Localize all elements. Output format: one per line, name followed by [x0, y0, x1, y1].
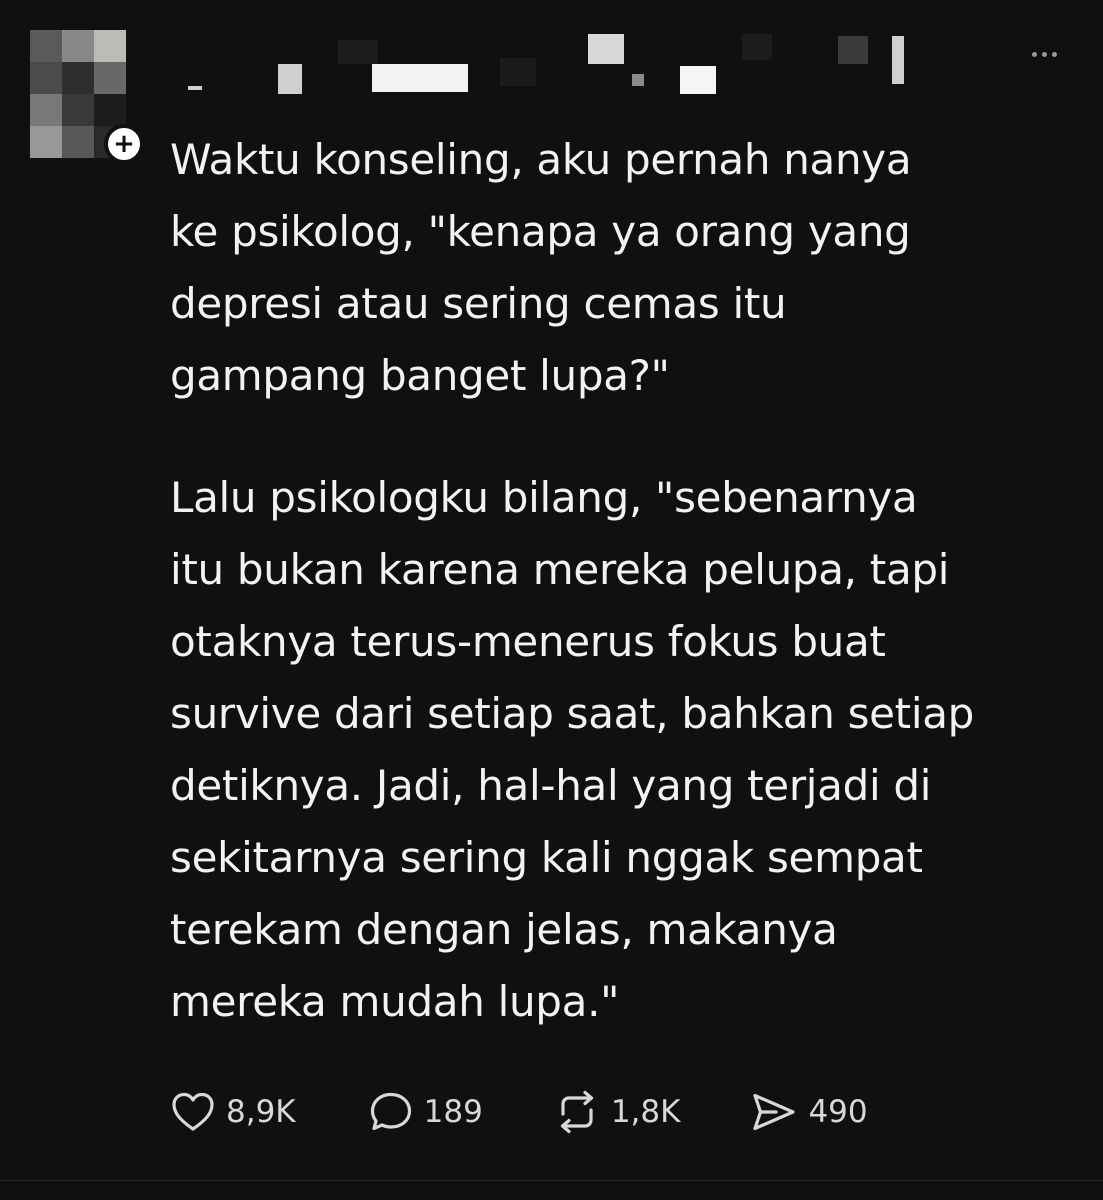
repost-button[interactable]: 1,8K — [553, 1090, 681, 1134]
repost-count: 1,8K — [610, 1094, 681, 1130]
reply-count: 189 — [423, 1094, 483, 1130]
post-paragraph-2: Lalu psikologku bilang, "sebenarnya itu … — [170, 473, 975, 1026]
like-button[interactable]: 8,9K — [170, 1090, 296, 1134]
more-options-icon[interactable] — [1032, 52, 1057, 57]
plus-icon: + — [113, 129, 135, 159]
like-count: 8,9K — [226, 1094, 296, 1130]
comment-icon — [370, 1092, 411, 1131]
heart-icon — [172, 1092, 214, 1131]
repost-icon — [560, 1090, 593, 1134]
post-body: Waktu konseling, aku pernah nanya ke psi… — [170, 124, 1080, 1038]
share-count: 490 — [808, 1094, 868, 1130]
post-paragraph-1: Waktu konseling, aku pernah nanya ke psi… — [170, 135, 912, 400]
follow-button[interactable]: + — [104, 124, 144, 164]
divider — [0, 1180, 1103, 1181]
send-icon — [753, 1093, 796, 1131]
share-button[interactable]: 490 — [750, 1090, 868, 1134]
action-bar: 8,9K 189 1,8K 490 — [170, 1082, 868, 1142]
author-name-redacted — [180, 28, 940, 98]
post: + Waktu konseling, aku pernah nanya ke p… — [0, 0, 1103, 1200]
reply-button[interactable]: 189 — [368, 1090, 483, 1134]
